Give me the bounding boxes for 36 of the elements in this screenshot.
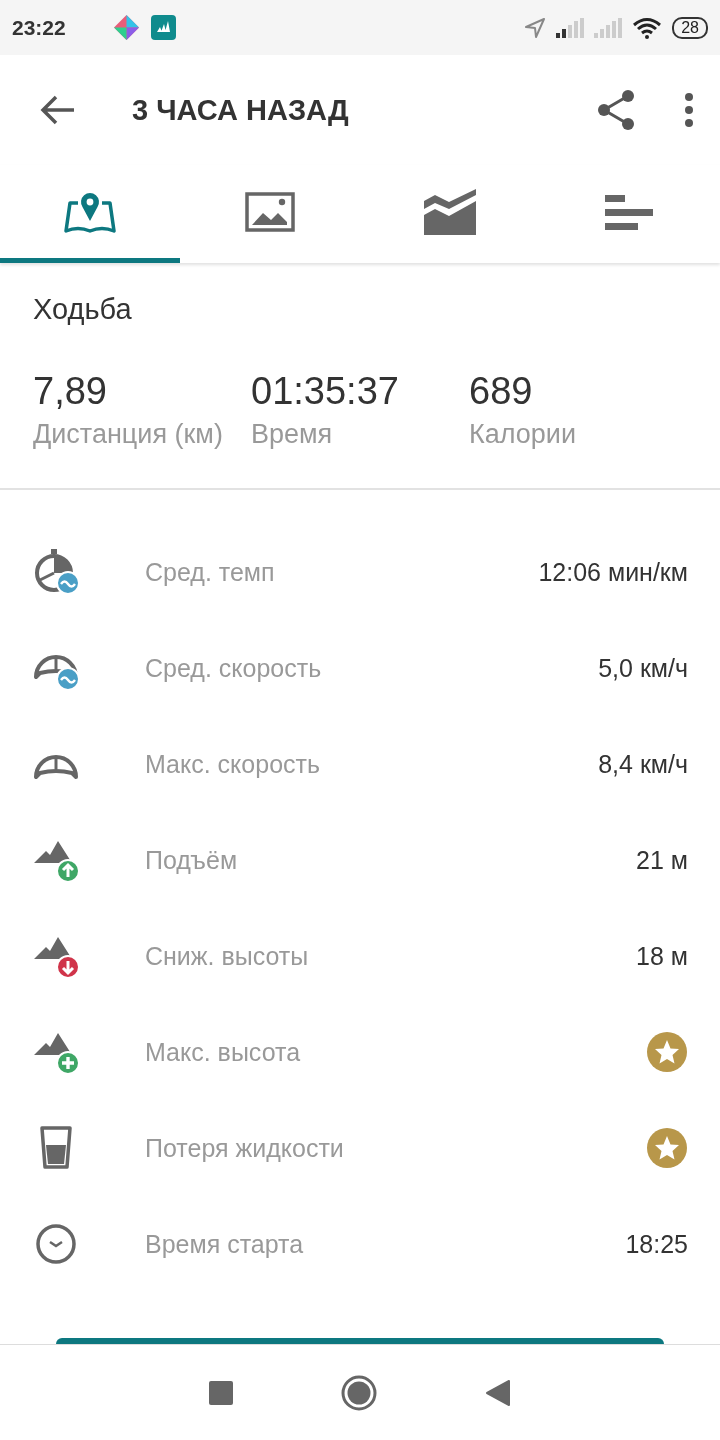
metric-label: Потеря жидкости [145, 1133, 345, 1163]
metric-value: 21 м [636, 845, 688, 875]
wifi-icon [632, 16, 663, 39]
screen-title: 3 ЧАСА НАЗАД [132, 93, 350, 127]
bar-list-icon [605, 192, 655, 231]
home-icon[interactable] [341, 1375, 377, 1411]
more-menu-icon[interactable] [684, 93, 694, 127]
stat-label: Время [251, 419, 334, 450]
location-icon [524, 16, 547, 39]
stat-value: 7,89 [33, 370, 108, 413]
stat-label: Дистанция (км) [33, 419, 224, 450]
metric-label: Время старта [145, 1229, 305, 1259]
metric-label: Сниж. высоты [145, 941, 310, 971]
activity-type: Ходьба [33, 293, 132, 325]
back-icon[interactable] [485, 1379, 511, 1407]
metric-label: Макс. высота [145, 1037, 302, 1067]
stat-value: 689 [469, 370, 534, 413]
metric-value: 18:25 [625, 1229, 688, 1259]
signal-icon [594, 17, 623, 38]
metric-label: Подъём [145, 845, 239, 875]
image-icon [245, 191, 295, 232]
stat-label: Калории [469, 419, 577, 450]
app-notification-icon [151, 15, 176, 40]
area-chart-icon [422, 188, 478, 235]
stat-value: 01:35:37 [251, 370, 400, 413]
metric-value: 12:06 мин/км [538, 557, 688, 587]
metric-label: Сред. скорость [145, 653, 323, 683]
metric-value: 18 м [636, 941, 688, 971]
app-notification-icon [114, 15, 139, 40]
metric-value: 8,4 км/ч [598, 749, 688, 779]
metric-label: Сред. темп [145, 557, 276, 587]
metric-value: 5,0 км/ч [598, 653, 688, 683]
signal-icon [556, 17, 585, 38]
status-time: 23:22 [12, 15, 67, 40]
battery-level: 28 [672, 16, 708, 39]
metric-label: Макс. скорость [145, 749, 322, 779]
